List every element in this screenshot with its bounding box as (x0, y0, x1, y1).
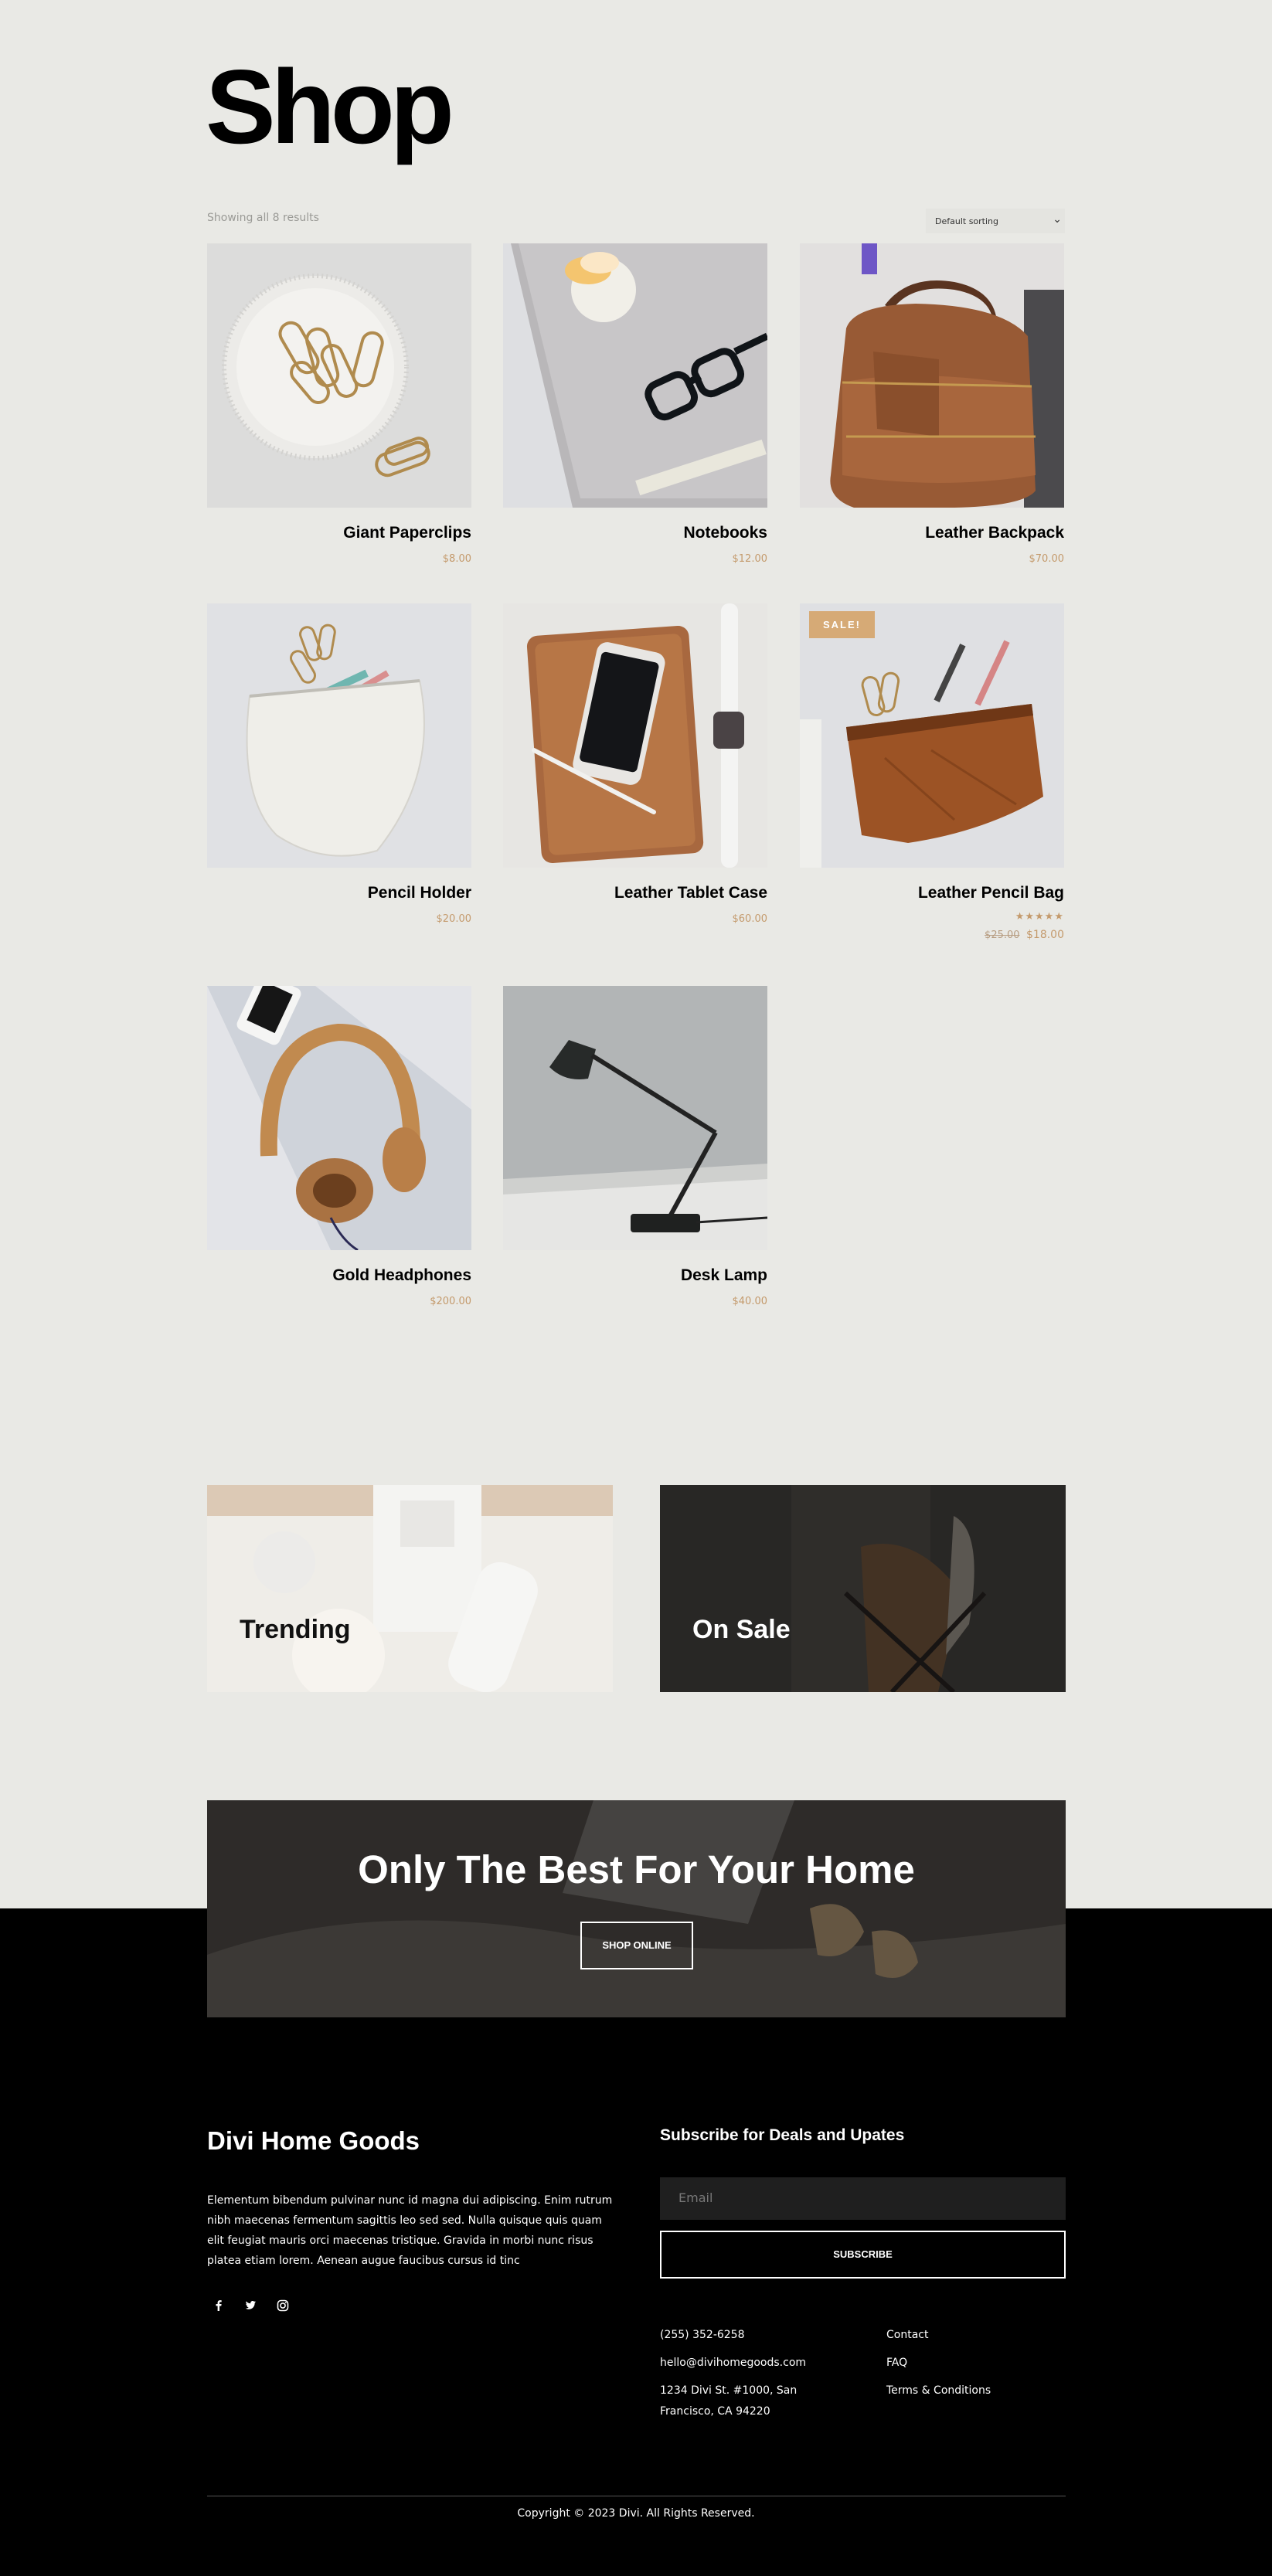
product-card[interactable]: Notebooks $12.00 (503, 243, 767, 565)
product-name[interactable]: Giant Paperclips (207, 523, 471, 542)
footer-address-line1: 1234 Divi St. #1000, San (660, 2384, 798, 2397)
product-price: $25.00 $18.00 (800, 929, 1064, 941)
rating-stars: ★★★★★ (1015, 910, 1064, 923)
product-price: $12.00 (732, 553, 768, 566)
product-name[interactable]: Leather Backpack (800, 523, 1064, 542)
product-name[interactable]: Pencil Holder (207, 883, 471, 902)
facebook-icon[interactable] (210, 2297, 227, 2314)
email-field[interactable]: Email (660, 2177, 1066, 2220)
old-price: $25.00 (985, 929, 1020, 942)
footer-brand: Divi Home Goods (207, 2126, 420, 2155)
product-price: $60.00 (732, 913, 768, 926)
product-card[interactable]: Leather Backpack $70.00 (800, 243, 1064, 565)
product-card[interactable]: Giant Paperclips $8.00 (207, 243, 471, 565)
category-tile-trending[interactable]: Trending (207, 1485, 613, 1692)
product-price: $20.00 (436, 913, 472, 926)
copyright: Copyright © 2023 Divi. All Rights Reserv… (517, 2507, 755, 2520)
product-price: $200.00 (430, 1296, 471, 1308)
product-image[interactable] (800, 243, 1064, 508)
product-name[interactable]: Leather Tablet Case (503, 883, 767, 902)
product-image[interactable]: SALE! (800, 603, 1064, 868)
product-card[interactable]: Leather Tablet Case $60.00 (503, 603, 767, 925)
cta-banner: Only The Best For Your Home SHOP ONLINE (207, 1800, 1066, 2017)
sale-price: $18.00 (1026, 929, 1064, 942)
category-tile-on-sale[interactable]: On Sale (660, 1485, 1066, 1692)
product-name[interactable]: Notebooks (503, 523, 767, 542)
subscribe-button[interactable]: SUBSCRIBE (660, 2231, 1066, 2279)
product-name[interactable]: Leather Pencil Bag (800, 883, 1064, 902)
footer-link-contact[interactable]: Contact (886, 2325, 928, 2346)
instagram-icon[interactable] (274, 2297, 291, 2314)
subscribe-title: Subscribe for Deals and Upates (660, 2126, 905, 2144)
result-count: Showing all 8 results (207, 212, 319, 224)
product-image[interactable] (207, 243, 471, 508)
product-image[interactable] (207, 603, 471, 868)
product-image[interactable] (207, 986, 471, 1250)
product-image[interactable] (503, 243, 767, 508)
product-name[interactable]: Gold Headphones (207, 1266, 471, 1285)
category-label: On Sale (692, 1615, 791, 1644)
shop-online-button[interactable]: SHOP ONLINE (580, 1922, 693, 1969)
product-image[interactable] (503, 986, 767, 1250)
product-price: $8.00 (442, 553, 471, 566)
product-name[interactable]: Desk Lamp (503, 1266, 767, 1285)
sale-badge: SALE! (809, 611, 875, 638)
chevron-down-icon: ⌄ (1053, 213, 1062, 226)
product-price: $70.00 (1029, 553, 1065, 566)
footer-address-line2: Francisco, CA 94220 (660, 2405, 770, 2418)
product-card[interactable]: Desk Lamp $40.00 (503, 986, 767, 1307)
category-label: Trending (240, 1615, 351, 1644)
cta-title: Only The Best For Your Home (358, 1847, 915, 1891)
sorting-value: Default sorting (935, 216, 998, 226)
footer-email[interactable]: hello@divihomegoods.com (660, 2353, 806, 2374)
footer-description: Elementum bibendum pulvinar nunc id magn… (207, 2194, 613, 2267)
footer-link-terms[interactable]: Terms & Conditions (886, 2381, 991, 2401)
product-price: $40.00 (732, 1296, 768, 1308)
product-image[interactable] (503, 603, 767, 868)
product-card[interactable]: Gold Headphones $200.00 (207, 986, 471, 1307)
page-title: Shop (206, 48, 454, 165)
twitter-icon[interactable] (242, 2297, 259, 2314)
sorting-select[interactable]: Default sorting ⌄ (926, 209, 1065, 233)
footer-phone[interactable]: (255) 352-6258 (660, 2325, 745, 2346)
footer-link-faq[interactable]: FAQ (886, 2353, 907, 2374)
product-card[interactable]: Pencil Holder $20.00 (207, 603, 471, 925)
product-card[interactable]: SALE! Leather Pencil Bag ★★★★★ $25.00 $1… (800, 603, 1064, 941)
